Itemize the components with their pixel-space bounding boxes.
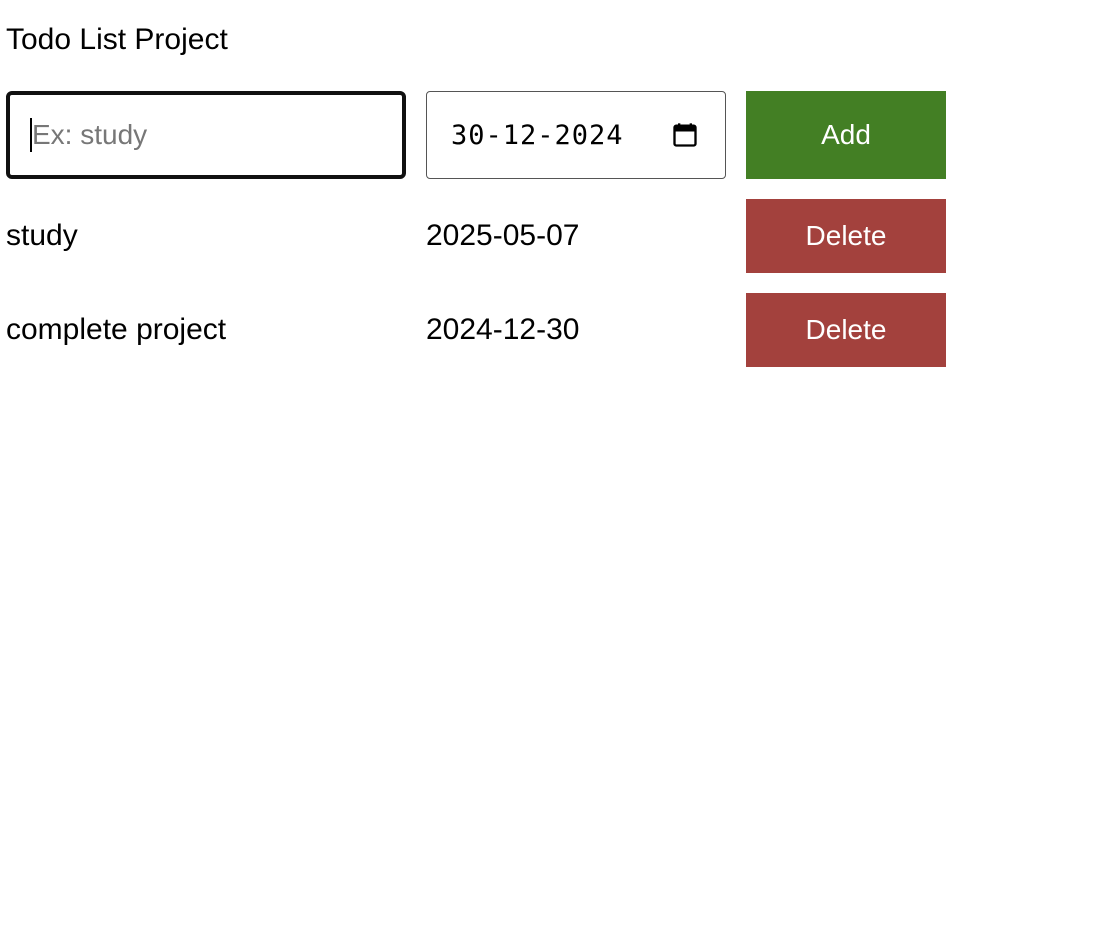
todo-due-date: 2025-05-07 bbox=[426, 219, 580, 252]
todo-name: study bbox=[6, 219, 78, 252]
calendar-icon[interactable] bbox=[671, 121, 699, 149]
add-button[interactable]: Add bbox=[746, 91, 946, 179]
todo-name-placeholder: Ex: study bbox=[32, 119, 148, 150]
todo-name: complete project bbox=[6, 313, 227, 346]
todo-name-input[interactable]: Ex: study bbox=[6, 91, 406, 179]
todo-grid: Ex: study 30-12-2024 Add study 2025-05-0… bbox=[6, 91, 946, 367]
todo-page: Todo List Project Ex: study 30-12-2024 A… bbox=[0, 0, 1099, 937]
due-date-value: 30-12-2024 bbox=[451, 119, 624, 151]
todo-due-date: 2024-12-30 bbox=[426, 313, 580, 346]
page-title: Todo List Project bbox=[6, 23, 228, 56]
delete-button[interactable]: Delete bbox=[746, 293, 946, 367]
delete-button[interactable]: Delete bbox=[746, 199, 946, 273]
due-date-input[interactable]: 30-12-2024 bbox=[426, 91, 726, 179]
